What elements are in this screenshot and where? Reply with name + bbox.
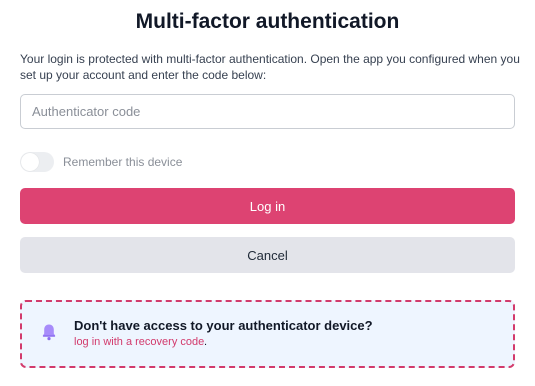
bell-icon [42,323,56,341]
recovery-notice-title: Don't have access to your authenticator … [74,318,373,333]
authenticator-code-input[interactable] [20,94,515,129]
page-title: Multi-factor authentication [135,10,400,33]
login-button[interactable]: Log in [20,188,515,224]
remember-device-row: Remember this device [20,151,182,173]
remember-device-label: Remember this device [63,155,183,169]
recovery-notice-period: . [204,336,208,348]
cancel-button[interactable]: Cancel [20,237,515,273]
page-description: Your login is protected with multi-facto… [20,52,520,82]
toggle-knob [21,153,39,171]
recovery-notice: Don't have access to your authenticator … [20,300,515,368]
mfa-page: Multi-factor authentication Your login i… [0,0,535,386]
recovery-code-link[interactable]: log in with a recovery code [74,336,204,348]
remember-device-toggle[interactable] [20,152,54,172]
